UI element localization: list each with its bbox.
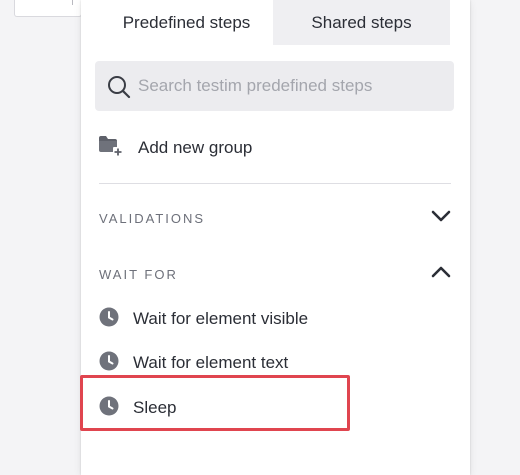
background-input-field[interactable] — [14, 0, 82, 17]
screen: Predefined steps Shared steps Search tes… — [0, 0, 520, 475]
chevron-up-icon — [431, 265, 451, 284]
add-new-group-button[interactable]: Add new group — [99, 133, 252, 163]
tab-bar: Predefined steps Shared steps — [100, 0, 450, 45]
section-validations-header[interactable]: VALIDATIONS — [99, 207, 451, 229]
tab-predefined-steps[interactable]: Predefined steps — [100, 0, 273, 45]
search-icon — [107, 75, 131, 104]
add-new-group-label: Add new group — [138, 138, 253, 157]
step-sleep[interactable]: Sleep — [99, 395, 176, 421]
divider — [99, 183, 451, 184]
step-label: Wait for element text — [133, 353, 289, 372]
clock-icon — [99, 396, 119, 421]
search-input[interactable] — [138, 61, 438, 111]
section-validations-title: VALIDATIONS — [99, 210, 206, 226]
section-wait-for-title: WAIT FOR — [99, 266, 178, 282]
search-box[interactable] — [95, 61, 454, 111]
section-wait-for-header[interactable]: WAIT FOR — [99, 263, 451, 285]
folder-add-icon — [99, 135, 123, 162]
chevron-down-icon — [431, 209, 451, 228]
step-wait-for-element-text[interactable]: Wait for element text — [99, 350, 288, 376]
clock-icon — [99, 307, 119, 332]
step-wait-for-element-visible[interactable]: Wait for element visible — [99, 306, 308, 332]
step-label: Sleep — [133, 398, 177, 417]
clock-icon — [99, 351, 119, 376]
steps-panel: Predefined steps Shared steps Search tes… — [81, 0, 470, 475]
step-label: Wait for element visible — [133, 309, 309, 328]
tab-shared-steps[interactable]: Shared steps — [273, 0, 450, 45]
